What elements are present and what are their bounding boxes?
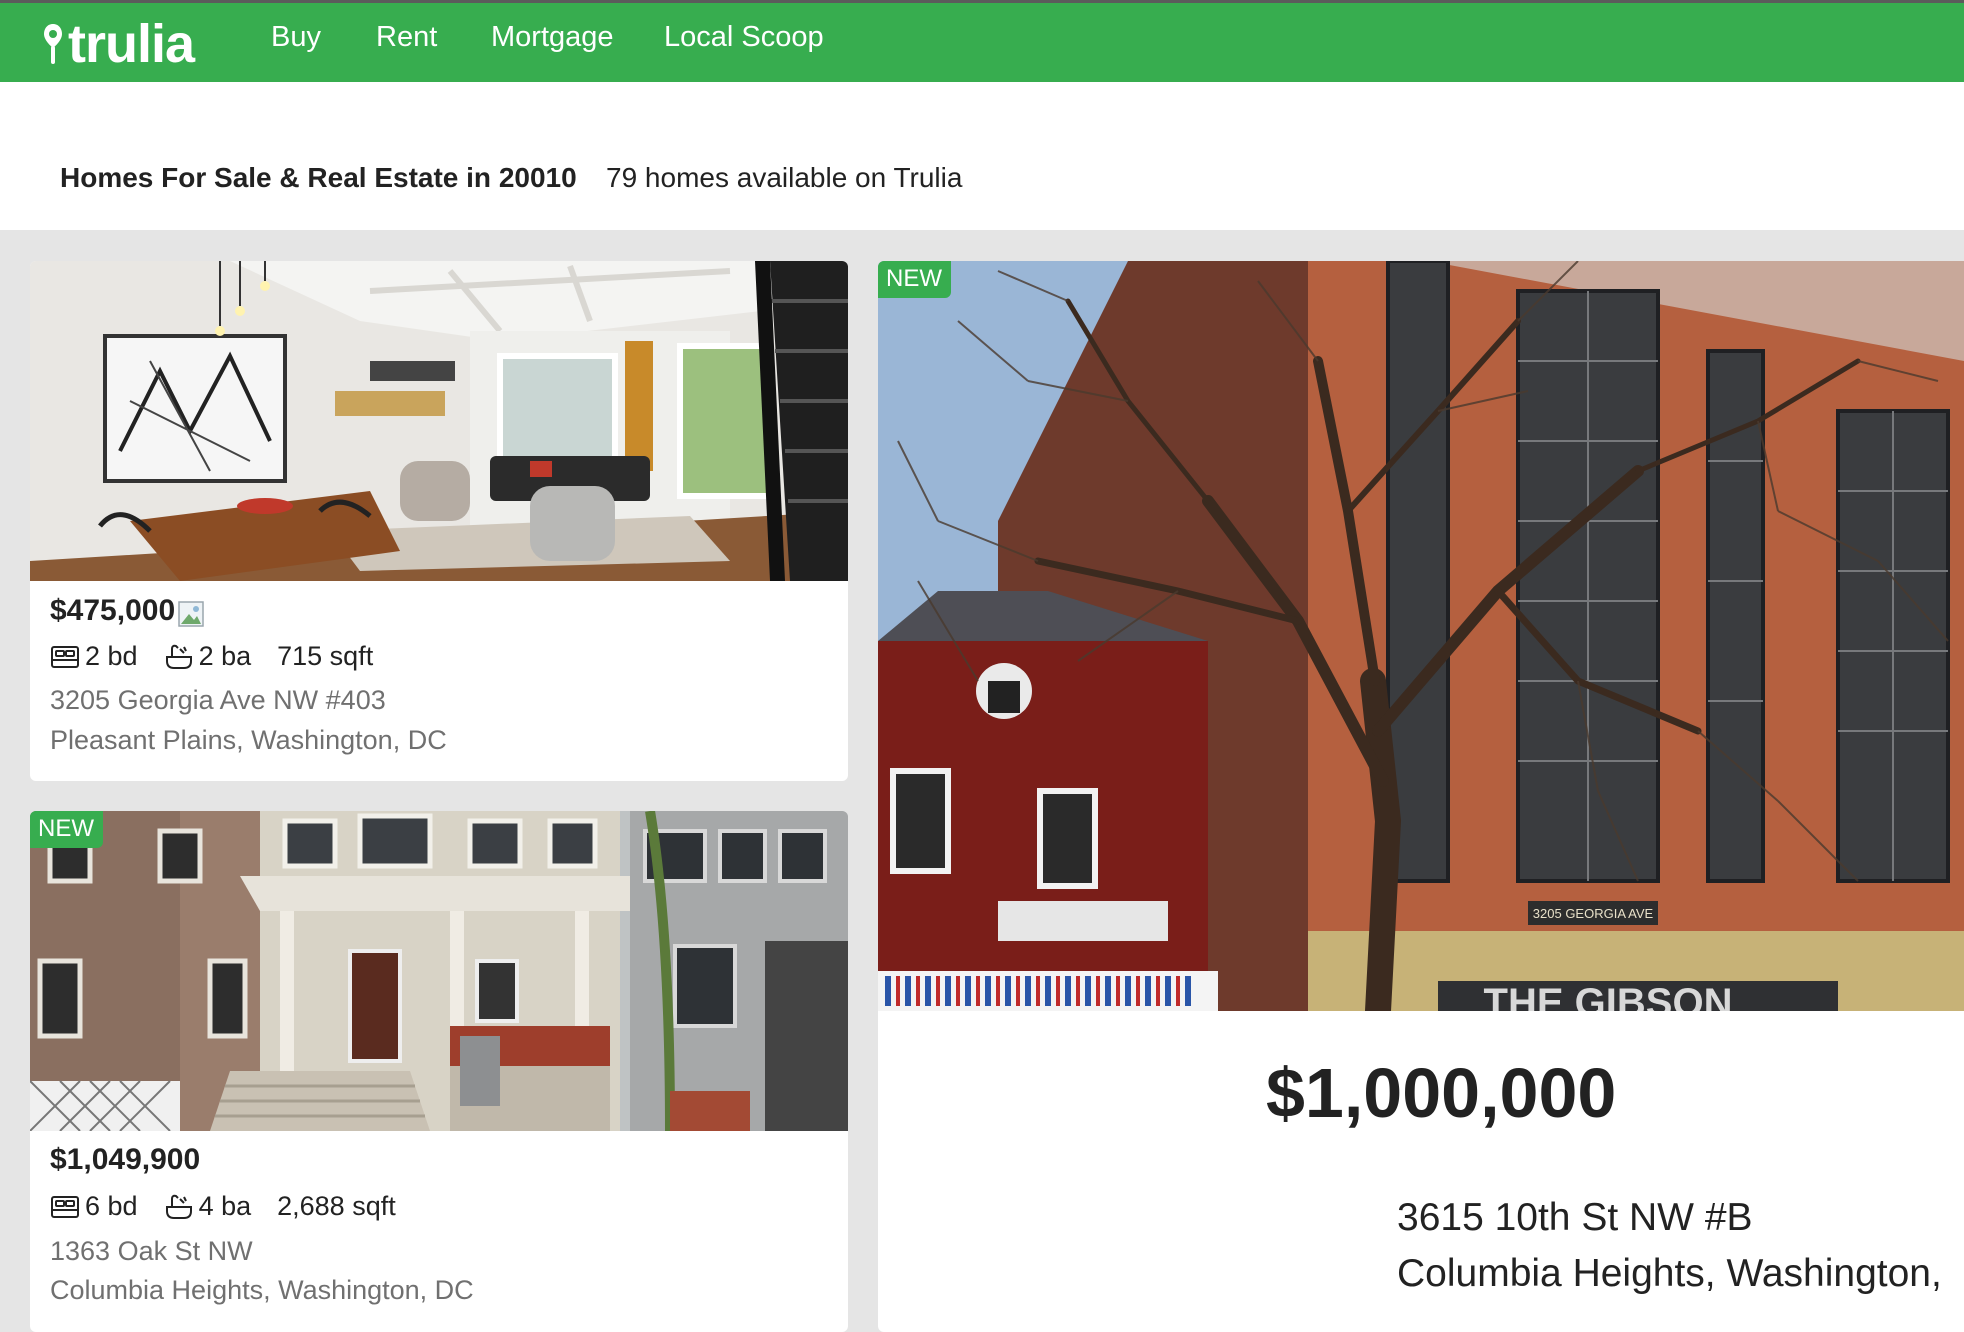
featured-listing-card[interactable]: 3205 GEORGIA AVE THE GIBSON NEW $1,000,0… — [878, 261, 1964, 1332]
listing-locality: Pleasant Plains, Washington, DC — [50, 725, 447, 755]
listing-street[interactable]: 1363 Oak St NW — [50, 1236, 253, 1267]
nav-buy[interactable]: Buy — [271, 21, 321, 54]
listing-photo-interior[interactable] — [30, 261, 848, 581]
listing-price: $1,000,000 — [1266, 1054, 1617, 1132]
listing-price: $1,049,900 — [50, 1143, 201, 1176]
baths-text: 4 ba — [198, 1191, 252, 1221]
beds-text: 6 bd — [85, 1191, 138, 1221]
bath-icon — [165, 1194, 192, 1219]
listing-locality: Columbia Heights, Washington, DC — [50, 1275, 474, 1305]
location-pin-icon — [44, 24, 62, 64]
beds-fact: 2 bd — [50, 641, 138, 672]
listing-card[interactable]: NEW $1,049,900 6 bd 4 ba 2,688 sqft 1363… — [30, 811, 848, 1332]
listing-photo-building[interactable]: 3205 GEORGIA AVE THE GIBSON NEW — [878, 261, 1964, 1011]
building-sign: 3205 GEORGIA AVE — [1533, 906, 1654, 921]
logo-text: trulia — [68, 14, 195, 74]
trulia-logo[interactable]: trulia — [42, 14, 195, 74]
nav-rent[interactable]: Rent — [376, 21, 437, 54]
listing-price: $475,000 — [50, 594, 205, 628]
sqft-fact: 715 sqft — [277, 641, 374, 671]
listing-card[interactable]: $475,000 2 bd 2 ba 715 sqft 3205 Georgia… — [30, 261, 848, 781]
baths-text: 2 ba — [198, 641, 252, 671]
search-results-header: Homes For Sale & Real Estate in 20010 79… — [0, 82, 1964, 230]
listing-locality: Columbia Heights, Washington, — [1397, 1252, 1942, 1295]
bath-icon — [165, 644, 192, 669]
baths-fact: 4 ba — [164, 1191, 252, 1222]
nav-local-scoop[interactable]: Local Scoop — [664, 21, 824, 54]
broken-image-icon — [178, 601, 204, 627]
new-badge: NEW — [878, 261, 951, 298]
page-title: Homes For Sale & Real Estate in 20010 — [60, 162, 577, 193]
nav-mortgage[interactable]: Mortgage — [491, 21, 614, 54]
listing-street[interactable]: 3615 10th St NW #B — [1397, 1196, 1753, 1240]
building-facade-text: THE GIBSON — [1484, 981, 1733, 1011]
listing-facts: 6 bd 4 ba 2,688 sqft — [50, 1191, 422, 1222]
beds-text: 2 bd — [85, 641, 138, 671]
price-text: $475,000 — [50, 594, 176, 627]
baths-fact: 2 ba — [164, 641, 252, 672]
results-count: 79 homes available on Trulia — [606, 162, 963, 193]
bed-icon — [51, 1195, 79, 1218]
listing-street[interactable]: 3205 Georgia Ave NW #403 — [50, 685, 386, 716]
top-nav: trulia Buy Rent Mortgage Local Scoop — [0, 0, 1964, 82]
listing-facts: 2 bd 2 ba 715 sqft — [50, 641, 399, 672]
sqft-fact: 2,688 sqft — [277, 1191, 396, 1221]
listing-photo-rowhouse[interactable]: NEW — [30, 811, 848, 1131]
bed-icon — [51, 645, 79, 668]
new-badge: NEW — [30, 811, 103, 848]
beds-fact: 6 bd — [50, 1191, 138, 1222]
